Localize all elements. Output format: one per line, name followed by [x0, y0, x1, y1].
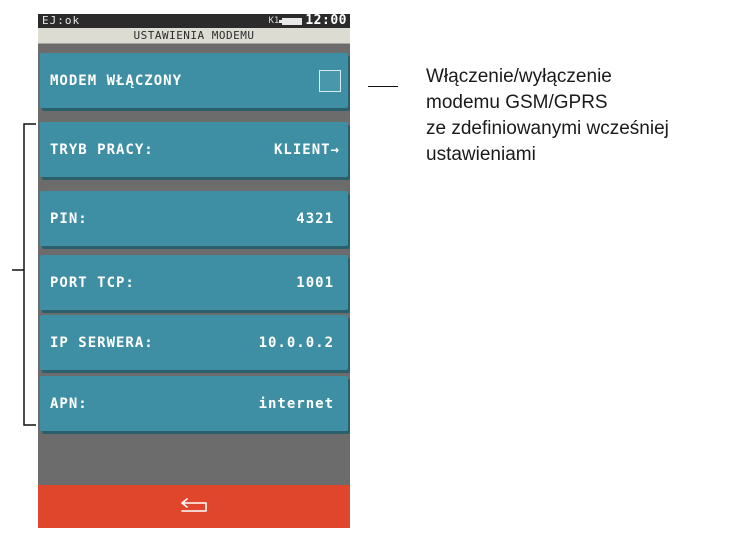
device-screen: EJ:ok K1 12:00 USTAWIENIA MODEMU MODEM W… — [38, 14, 350, 528]
battery-icon — [279, 17, 303, 25]
footer-bar — [38, 485, 350, 528]
clock: 12:00 — [305, 14, 347, 28]
server-ip-value: 10.0.0.2 — [258, 334, 334, 351]
callout-line-3: ze zdefiniowanymi wcześniej — [426, 118, 669, 139]
status-right-group: K1 12:00 — [269, 14, 347, 28]
screen-title: USTAWIENIA MODEMU — [38, 28, 350, 44]
status-bar: EJ:ok K1 12:00 — [38, 14, 350, 28]
keyboard-indicator: K1 — [268, 16, 280, 26]
apn-value: internet — [258, 395, 334, 412]
tcp-port-item[interactable]: PORT TCP: 1001 — [40, 255, 348, 310]
grouping-bracket — [12, 123, 36, 426]
modem-enabled-checkbox[interactable] — [319, 69, 341, 92]
server-ip-item[interactable]: IP SERWERA: 10.0.0.2 — [40, 315, 348, 370]
work-mode-item[interactable]: TRYB PRACY: KLIENT→ — [40, 122, 348, 177]
tcp-port-value: 1001 — [296, 274, 334, 291]
return-arrow-icon[interactable] — [179, 498, 209, 516]
work-mode-value: KLIENT→ — [273, 141, 340, 158]
pin-label: PIN: — [50, 210, 88, 227]
callout-description: Włączenie/wyłączenie modemu GSM/GPRS ze … — [426, 64, 738, 168]
callout-line-4: ustawieniami — [426, 144, 536, 165]
modem-enabled-label: MODEM WŁĄCZONY — [50, 72, 183, 89]
ej-status: EJ:ok — [42, 14, 81, 27]
manual-figure: EJ:ok K1 12:00 USTAWIENIA MODEMU MODEM W… — [0, 0, 740, 535]
callout-line-1: Włączenie/wyłączenie — [426, 66, 612, 87]
modem-enabled-item[interactable]: MODEM WŁĄCZONY — [40, 53, 348, 108]
work-mode-label: TRYB PRACY: — [50, 141, 154, 158]
callout-leader-line — [368, 86, 398, 87]
pin-item[interactable]: PIN: 4321 — [40, 191, 348, 246]
apn-label: APN: — [50, 395, 88, 412]
tcp-port-label: PORT TCP: — [50, 274, 135, 291]
callout-line-2: modemu GSM/GPRS — [426, 92, 608, 113]
apn-item[interactable]: APN: internet — [40, 376, 348, 431]
pin-value: 4321 — [296, 210, 334, 227]
server-ip-label: IP SERWERA: — [50, 334, 154, 351]
